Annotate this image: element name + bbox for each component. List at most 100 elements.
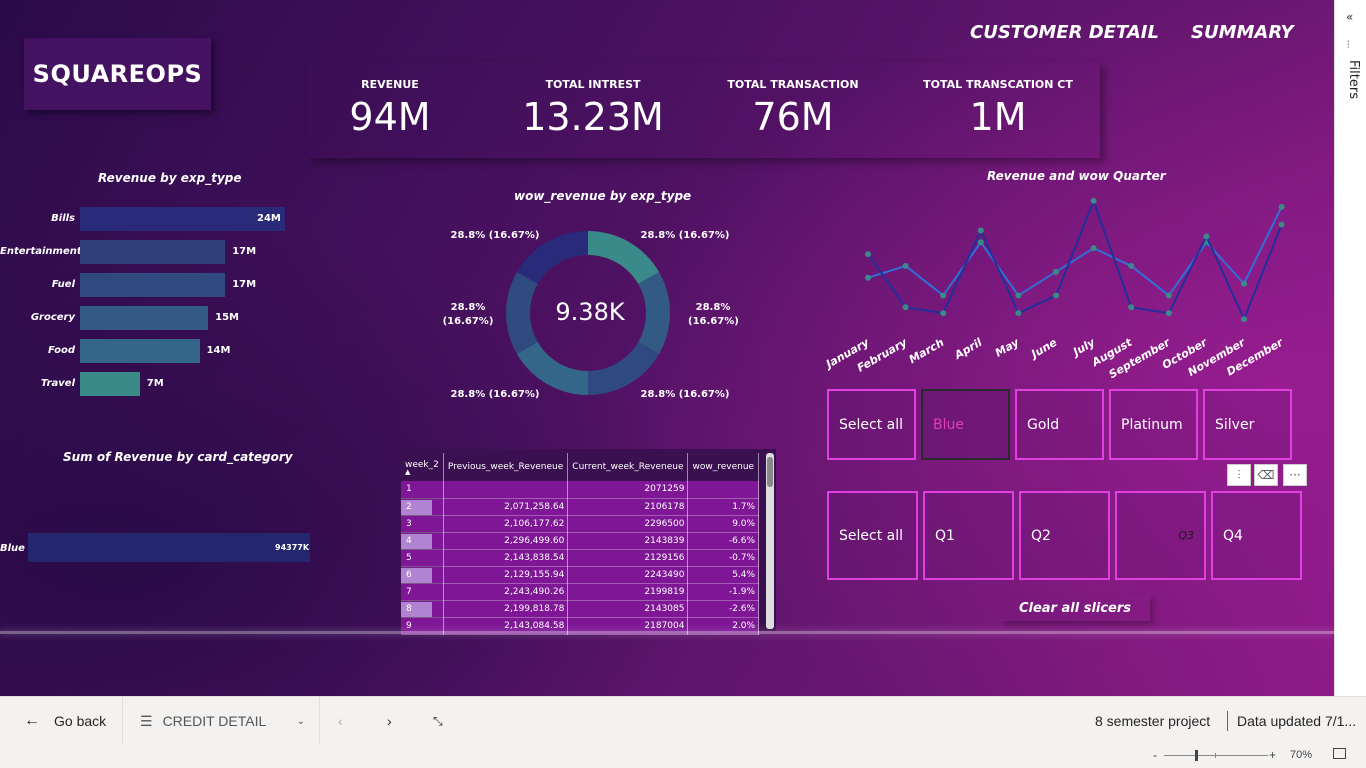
filter-pane-icon: ⫶ (1347, 40, 1350, 51)
card-slicer-tile-gold[interactable]: Gold (1015, 389, 1104, 460)
quarter-slicer-tile-q2[interactable]: Q2 (1019, 491, 1110, 580)
line-point[interactable] (1128, 262, 1135, 269)
filters-pane-label[interactable]: Filters (1346, 60, 1361, 99)
line-point[interactable] (865, 274, 871, 281)
line-point[interactable] (1128, 304, 1135, 311)
fit-to-window-icon[interactable] (1333, 748, 1346, 759)
bar-grocery[interactable] (80, 306, 209, 330)
weekly-revenue-table[interactable]: week_2 ▲ Previous_week_Reveneue Current_w… (399, 449, 776, 635)
table-row[interactable]: 2 2,071,258.64 2106178 1.7% (401, 498, 760, 516)
donut-chart-title: wow_revenue by exp_type (514, 189, 692, 203)
line-point[interactable] (977, 239, 984, 246)
cell-current-week: 2243490 (567, 566, 689, 584)
col-header-wow-revenue[interactable]: wow_revenue (687, 453, 760, 481)
cell-current-week: 2143085 (567, 600, 689, 618)
line-point[interactable] (940, 292, 947, 299)
quarter-slicer-tile-q1[interactable]: Q1 (923, 491, 1014, 580)
eraser-icon[interactable]: ⌫ (1254, 464, 1278, 486)
kpi-label: REVENUE (361, 78, 419, 91)
separator (319, 697, 320, 745)
table-row[interactable]: 4 2,296,499.60 2143839 -6.6% (401, 532, 760, 550)
line-point[interactable] (1090, 245, 1097, 252)
line-point[interactable] (865, 251, 871, 258)
line-point[interactable] (1015, 310, 1022, 317)
table-row[interactable]: 7 2,243,490.26 2199819 -1.9% (401, 583, 760, 601)
cell-current-week: 2071259 (567, 481, 689, 499)
kpi-value: 76M (752, 95, 834, 139)
col-header-current-week[interactable]: Current_week_Reveneue (567, 453, 689, 481)
line-point[interactable] (1165, 310, 1172, 317)
previous-page-button[interactable]: ‹ (338, 697, 343, 745)
line-point[interactable] (1090, 197, 1097, 204)
zoom-slider-thumb[interactable] (1195, 750, 1198, 761)
donut-data-label: 28.8% (16.67%) (640, 230, 730, 241)
cell-text: 5 (406, 552, 412, 563)
quarter-slicer-tile-q3[interactable]: Q3 (1115, 491, 1206, 580)
filter-icon[interactable]: ⫶ (1227, 464, 1251, 486)
line-point[interactable] (1015, 292, 1022, 299)
cell-week: 6 (401, 566, 444, 584)
card-slicer-tile-platinum[interactable]: Platinum (1109, 389, 1198, 460)
line-point[interactable] (902, 304, 909, 311)
more-options-icon[interactable]: ··· (1283, 464, 1307, 486)
table-scrollbar[interactable] (766, 453, 774, 629)
cell-current-week: 2106178 (567, 498, 689, 516)
line-point[interactable] (977, 227, 984, 234)
line-point[interactable] (1203, 233, 1210, 240)
donut-slice[interactable] (506, 272, 538, 354)
table-row[interactable]: 6 2,129,155.94 2243490 5.4% (401, 566, 760, 584)
quarter-slicer-tile-q4[interactable]: Q4 (1211, 491, 1302, 580)
zoom-status-bar: - + 70% (0, 744, 1366, 768)
filters-pane[interactable]: « ⫶ Filters (1334, 0, 1366, 696)
table-row[interactable]: 8 2,199,818.78 2143085 -2.6% (401, 600, 760, 618)
line-point[interactable] (902, 262, 909, 269)
page-selector[interactable]: ☰ CREDIT DETAIL ⌄ (140, 697, 310, 745)
line-point[interactable] (1241, 316, 1247, 323)
table-row[interactable]: 3 2,106,177.62 2296500 9.0% (401, 515, 760, 533)
line-point[interactable] (1053, 268, 1059, 275)
donut-slice[interactable] (638, 272, 670, 354)
bar-fuel[interactable] (80, 273, 226, 297)
customer-detail-link[interactable]: CUSTOMER DETAIL (970, 22, 1159, 43)
line-series-1[interactable] (867, 206, 1283, 297)
card-slicer-tile-select-all[interactable]: Select all (827, 389, 916, 460)
next-page-button[interactable]: › (387, 697, 392, 745)
zoom-slider[interactable] (1164, 755, 1268, 756)
kpi-total-interest: TOTAL INTREST 13.23M (508, 62, 678, 139)
cell-previous-week: 2,129,155.94 (443, 566, 569, 584)
back-arrow-icon: ← (24, 712, 40, 729)
line-point[interactable] (1278, 221, 1285, 228)
card-slicer-tile-silver[interactable]: Silver (1203, 389, 1292, 460)
zoom-in-button[interactable]: + (1269, 748, 1276, 762)
col-header-week[interactable]: week_2 ▲ (401, 453, 444, 481)
cell-wow-revenue: -0.7% (687, 549, 760, 567)
bar-travel[interactable] (80, 372, 140, 396)
zoom-out-button[interactable]: - (1153, 748, 1157, 762)
card-slicer-tile-blue[interactable]: Blue (921, 389, 1010, 460)
line-point[interactable] (1053, 292, 1059, 299)
bar-food[interactable] (80, 339, 200, 363)
collapse-chevron-icon[interactable]: « (1346, 10, 1353, 24)
col-header-previous-week[interactable]: Previous_week_Reveneue (443, 453, 569, 481)
go-back-button[interactable]: ← Go back (24, 697, 106, 745)
line-point[interactable] (1165, 292, 1172, 299)
fit-to-page-button[interactable]: ⤡ (433, 697, 443, 745)
revenue-wow-line-chart[interactable] (830, 185, 1310, 335)
line-point[interactable] (1241, 280, 1247, 287)
table-row[interactable]: 1 2071259 (401, 481, 760, 499)
zoom-level: 70% (1290, 749, 1313, 761)
summary-link[interactable]: SUMMARY (1191, 22, 1294, 43)
line-point[interactable] (1278, 203, 1285, 210)
line-point[interactable] (940, 310, 947, 317)
table-row[interactable]: 5 2,143,838.54 2129156 -0.7% (401, 549, 760, 567)
kpi-panel: REVENUE 94M TOTAL INTREST 13.23M TOTAL T… (308, 62, 1100, 158)
clear-all-slicers-button[interactable]: Clear all slicers (1000, 595, 1150, 621)
quarter-slicer-tile-select-all[interactable]: Select all (827, 491, 918, 580)
scrollbar-thumb[interactable] (767, 457, 773, 487)
bar-entertainment[interactable] (80, 240, 226, 264)
bar-bills[interactable] (80, 207, 285, 231)
cell-week: 4 (401, 532, 444, 550)
kpi-value: 94M (349, 95, 431, 139)
bar-blue[interactable] (28, 533, 310, 562)
kpi-label: TOTAL TRANSCATION CT (923, 78, 1073, 91)
